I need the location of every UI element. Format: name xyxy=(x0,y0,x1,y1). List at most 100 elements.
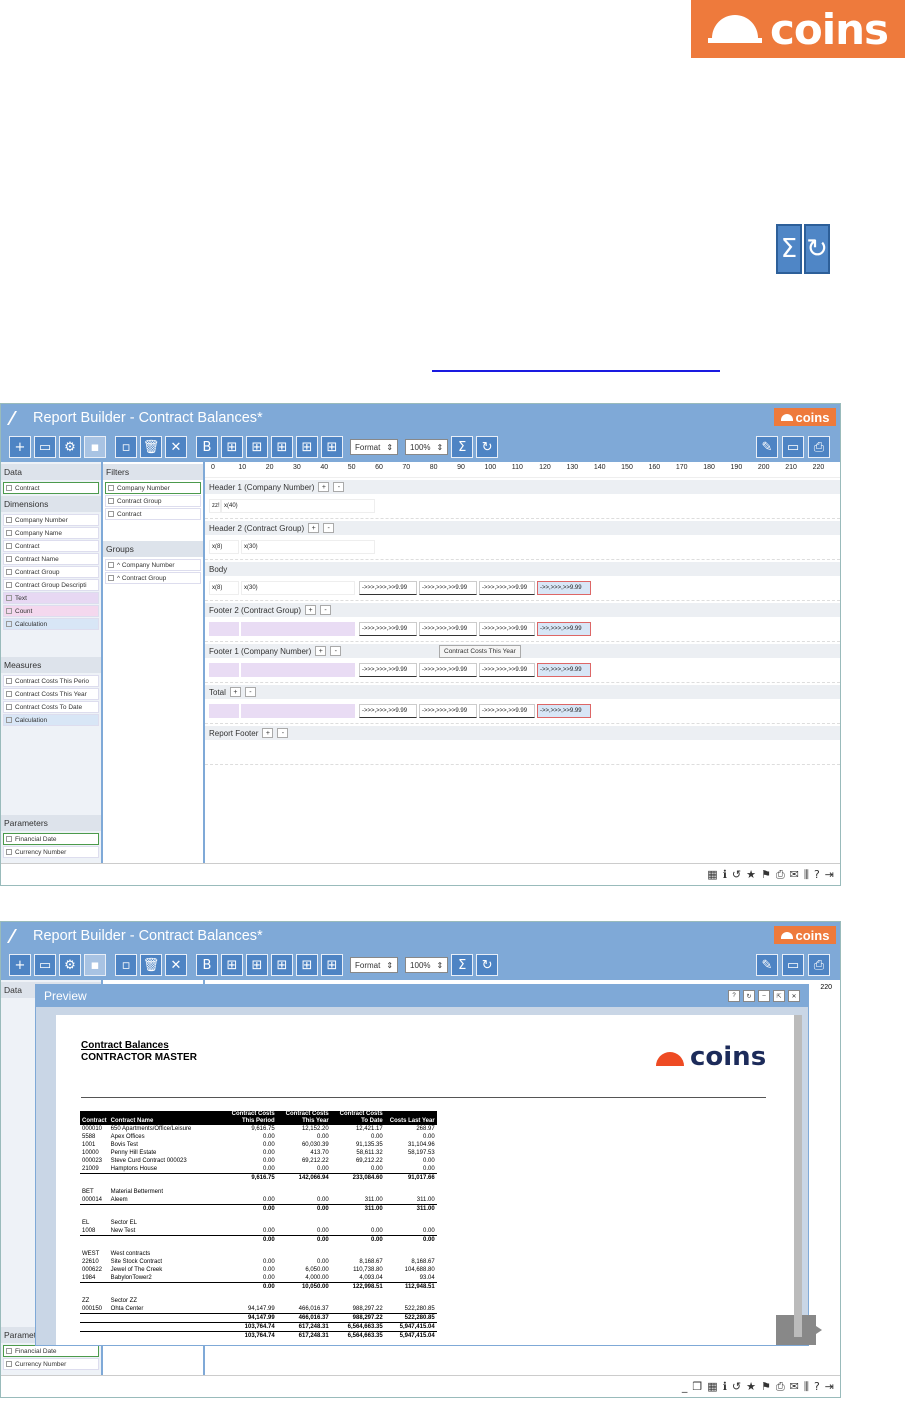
remove-band-button[interactable]: - xyxy=(330,646,342,656)
field[interactable]: ->>,>>>,>>9.99 xyxy=(537,704,591,718)
hyperlink-underline[interactable] xyxy=(432,358,720,372)
remove-band-button[interactable]: - xyxy=(320,605,332,615)
bold-icon[interactable]: B xyxy=(196,954,218,976)
field[interactable]: ->>>,>>>,>>9.99 xyxy=(419,663,477,677)
parameter-item[interactable]: Financial Date xyxy=(3,1345,99,1357)
table-border-icon[interactable]: ⊞ xyxy=(246,954,268,976)
placeholder-field[interactable] xyxy=(241,704,355,718)
dimension-item[interactable]: Calculation xyxy=(3,618,99,630)
field[interactable]: ->>>,>>>,>>9.99 xyxy=(479,622,535,636)
field[interactable]: ->>,>>>,>>9.99 xyxy=(537,581,591,595)
format-select[interactable]: Format ⇕ xyxy=(350,957,399,973)
filter-item[interactable]: Company Number xyxy=(105,482,201,494)
field[interactable]: ->>>,>>>,>>9.99 xyxy=(479,581,535,595)
mail-icon[interactable]: ✉ xyxy=(790,868,799,881)
popout-icon[interactable]: ⇱ xyxy=(773,990,785,1002)
refresh-icon[interactable]: ↻ xyxy=(743,990,755,1002)
table-row-icon[interactable]: ⊞ xyxy=(271,954,293,976)
field[interactable]: x(30) xyxy=(241,581,355,595)
table-row-icon[interactable]: ⊞ xyxy=(271,436,293,458)
placeholder-field[interactable] xyxy=(241,663,355,677)
edit-icon[interactable]: ✎ xyxy=(756,436,778,458)
field[interactable]: ->>>,>>>,>>9.99 xyxy=(359,663,417,677)
field[interactable]: x(40) xyxy=(221,499,375,513)
filter-item[interactable]: Contract Group xyxy=(105,495,201,507)
close-icon[interactable]: ✕ xyxy=(165,436,187,458)
measure-item[interactable]: Calculation xyxy=(3,714,99,726)
new-icon[interactable]: + xyxy=(9,436,31,458)
filter-item[interactable]: Contract xyxy=(105,508,201,520)
flag-icon[interactable]: ⚑ xyxy=(761,868,771,881)
dimension-item[interactable]: Text xyxy=(3,592,99,604)
field[interactable]: x(8) xyxy=(209,540,239,554)
bold-icon[interactable]: B xyxy=(196,436,218,458)
help-icon[interactable]: ? xyxy=(814,868,820,881)
dimension-item[interactable]: Contract Group xyxy=(3,566,99,578)
printer-icon[interactable]: ⎙ xyxy=(776,1380,785,1394)
placeholder-field[interactable] xyxy=(241,622,355,636)
windows-icon[interactable]: ❐ xyxy=(692,1380,702,1393)
measure-item[interactable]: Contract Costs This Perio xyxy=(3,675,99,687)
placeholder-field[interactable] xyxy=(209,663,239,677)
logout-icon[interactable]: ⇥ xyxy=(825,1380,834,1393)
parameter-item[interactable]: Currency Number xyxy=(3,846,99,858)
dimension-item[interactable]: Company Name xyxy=(3,527,99,539)
monitor-icon[interactable]: ▭ xyxy=(782,954,804,976)
measure-item[interactable]: Contract Costs This Year xyxy=(3,688,99,700)
zoom-select[interactable]: 100% ⇕ xyxy=(405,439,449,455)
remove-band-button[interactable]: - xyxy=(277,728,289,738)
measure-item[interactable]: Contract Costs To Date xyxy=(3,701,99,713)
star-icon[interactable]: ★ xyxy=(746,1380,756,1393)
table-grid-icon[interactable]: ⊞ xyxy=(321,436,343,458)
edit-icon[interactable]: ✎ xyxy=(756,954,778,976)
refresh-icon[interactable]: ↻ xyxy=(476,954,499,976)
delete-icon[interactable]: 🗑 xyxy=(140,954,162,976)
save-as-icon[interactable]: ▫ xyxy=(115,954,137,976)
grid-icon[interactable]: ▦ xyxy=(707,868,717,881)
history-icon[interactable]: ↺ xyxy=(732,1380,741,1393)
grid-icon[interactable]: ▦ xyxy=(707,1380,717,1393)
group-item[interactable]: ^ Company Number xyxy=(105,559,201,571)
add-band-button[interactable]: + xyxy=(305,605,317,615)
field[interactable]: ->>>,>>>,>>9.99 xyxy=(479,663,535,677)
star-icon[interactable]: ★ xyxy=(746,868,756,881)
settings-gear-icon[interactable]: ⚙ xyxy=(59,954,81,976)
field[interactable]: ->>,>>>,>>9.99 xyxy=(537,663,591,677)
field[interactable]: zz! xyxy=(209,499,221,513)
add-band-button[interactable]: + xyxy=(308,523,320,533)
table-grid-icon[interactable]: ⊞ xyxy=(321,954,343,976)
info-icon[interactable]: ℹ xyxy=(723,868,727,881)
save-as-icon[interactable]: ▫ xyxy=(115,436,137,458)
dimension-item[interactable]: Contract Name xyxy=(3,553,99,565)
help-icon[interactable]: ? xyxy=(728,990,740,1002)
table-icon[interactable]: ⊞ xyxy=(221,436,243,458)
field[interactable]: ->>,>>>,>>9.99 xyxy=(537,622,591,636)
save-icon[interactable]: ▪ xyxy=(84,954,106,976)
field[interactable]: x(8) xyxy=(209,581,239,595)
field[interactable]: ->>>,>>>,>>9.99 xyxy=(419,622,477,636)
monitor-icon[interactable]: ▭ xyxy=(782,436,804,458)
field[interactable]: ->>>,>>>,>>9.99 xyxy=(419,704,477,718)
parameter-item[interactable]: Currency Number xyxy=(3,1358,99,1370)
minimize-icon[interactable]: – xyxy=(758,990,770,1002)
data-source-item[interactable]: Contract xyxy=(3,482,99,494)
library-icon[interactable]: ⫼ xyxy=(804,1380,809,1394)
field[interactable]: ->>>,>>>,>>9.99 xyxy=(359,581,417,595)
table-border-icon[interactable]: ⊞ xyxy=(246,436,268,458)
add-band-button[interactable]: + xyxy=(318,482,330,492)
history-icon[interactable]: ↺ xyxy=(732,868,741,881)
add-band-button[interactable]: + xyxy=(229,687,241,697)
preview-scrollbar[interactable] xyxy=(794,1015,802,1337)
info-icon[interactable]: ℹ xyxy=(723,1380,727,1393)
add-band-button[interactable]: + xyxy=(262,728,274,738)
report-design-canvas[interactable]: 0 10 20 30 40 50 60 70 80 90 100 110 120 130 140 150 160… xyxy=(205,462,840,863)
flag-icon[interactable]: ⚑ xyxy=(761,1380,771,1393)
placeholder-field[interactable] xyxy=(209,704,239,718)
print-icon[interactable]: ⎙ xyxy=(808,436,830,458)
settings-gear-icon[interactable]: ⚙ xyxy=(59,436,81,458)
open-folder-icon[interactable]: ▭ xyxy=(34,436,56,458)
format-select[interactable]: Format ⇕ xyxy=(350,439,399,455)
close-icon[interactable]: ✕ xyxy=(165,954,187,976)
save-icon[interactable]: ▪ xyxy=(84,436,106,458)
table-col-icon[interactable]: ⊞ xyxy=(296,436,318,458)
